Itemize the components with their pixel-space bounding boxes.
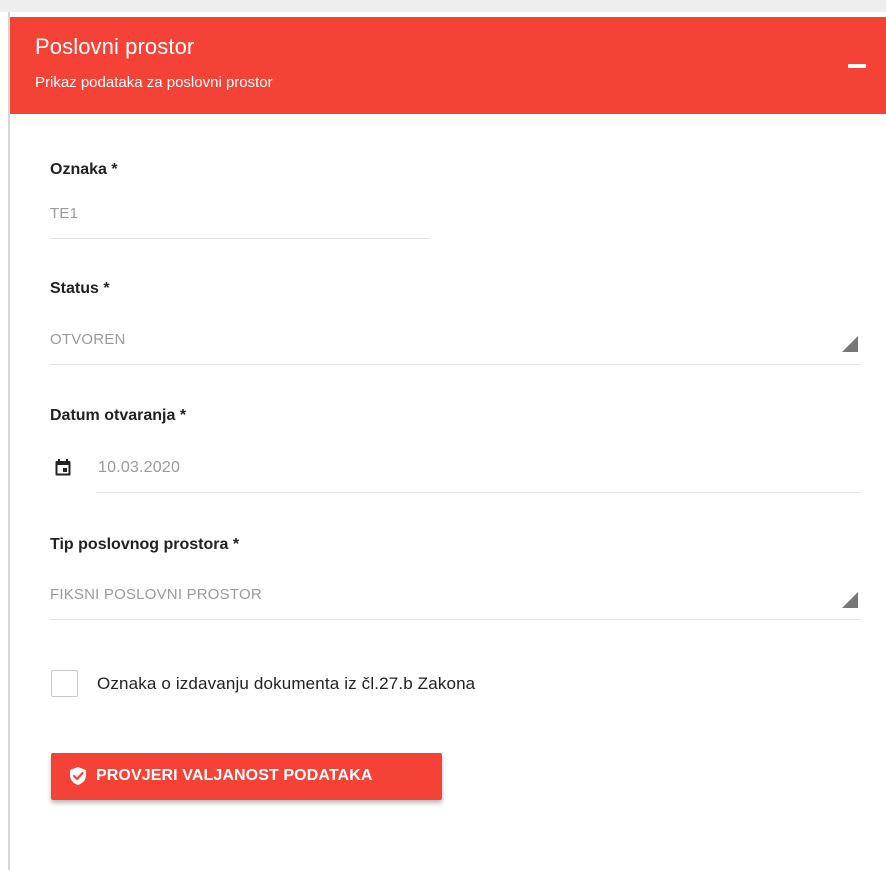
validate-button[interactable]: PROVJERI VALJANOST PODATAKA: [51, 753, 442, 800]
dropdown-arrow-icon: [842, 336, 858, 352]
poslovni-prostor-card: Poslovni prostor Prikaz podataka za posl…: [10, 12, 886, 870]
datum-value: 10.03.2020: [98, 459, 181, 476]
status-value: OTVOREN: [50, 331, 126, 348]
oznaka-label: Oznaka *: [50, 161, 118, 178]
oznaka-field[interactable]: TE1: [50, 194, 430, 238]
card-subtitle: Prikaz podataka za poslovni prostor: [35, 74, 273, 91]
dropdown-arrow-icon: [842, 592, 858, 608]
oznaka-underline: [50, 238, 430, 239]
tip-value: FIKSNI POSLOVNI PROSTOR: [50, 586, 262, 603]
collapse-button[interactable]: [846, 57, 866, 77]
tip-underline: [50, 619, 860, 620]
minus-icon: [848, 64, 866, 68]
calendar-icon[interactable]: [55, 459, 71, 476]
status-label: Status *: [50, 280, 110, 297]
oznaka-value: TE1: [50, 205, 79, 222]
card-title: Poslovni prostor: [35, 34, 195, 59]
status-select[interactable]: OTVOREN: [50, 320, 860, 364]
shield-check-icon: [70, 767, 86, 785]
status-underline: [50, 364, 860, 365]
datum-label: Datum otvaranja *: [50, 407, 187, 424]
validate-button-label: PROVJERI VALJANOST PODATAKA: [96, 767, 373, 784]
tip-label: Tip poslovnog prostora *: [50, 536, 240, 553]
dokument-checkbox[interactable]: [51, 670, 78, 697]
datum-input[interactable]: 10.03.2020: [96, 448, 860, 492]
tip-select[interactable]: FIKSNI POSLOVNI PROSTOR: [50, 575, 860, 619]
card-header: Poslovni prostor Prikaz podataka za posl…: [10, 17, 886, 114]
datum-underline: [96, 492, 860, 493]
top-strip: [0, 0, 886, 12]
dokument-checkbox-label[interactable]: Oznaka o izdavanju dokumenta iz čl.27.b …: [97, 674, 475, 694]
